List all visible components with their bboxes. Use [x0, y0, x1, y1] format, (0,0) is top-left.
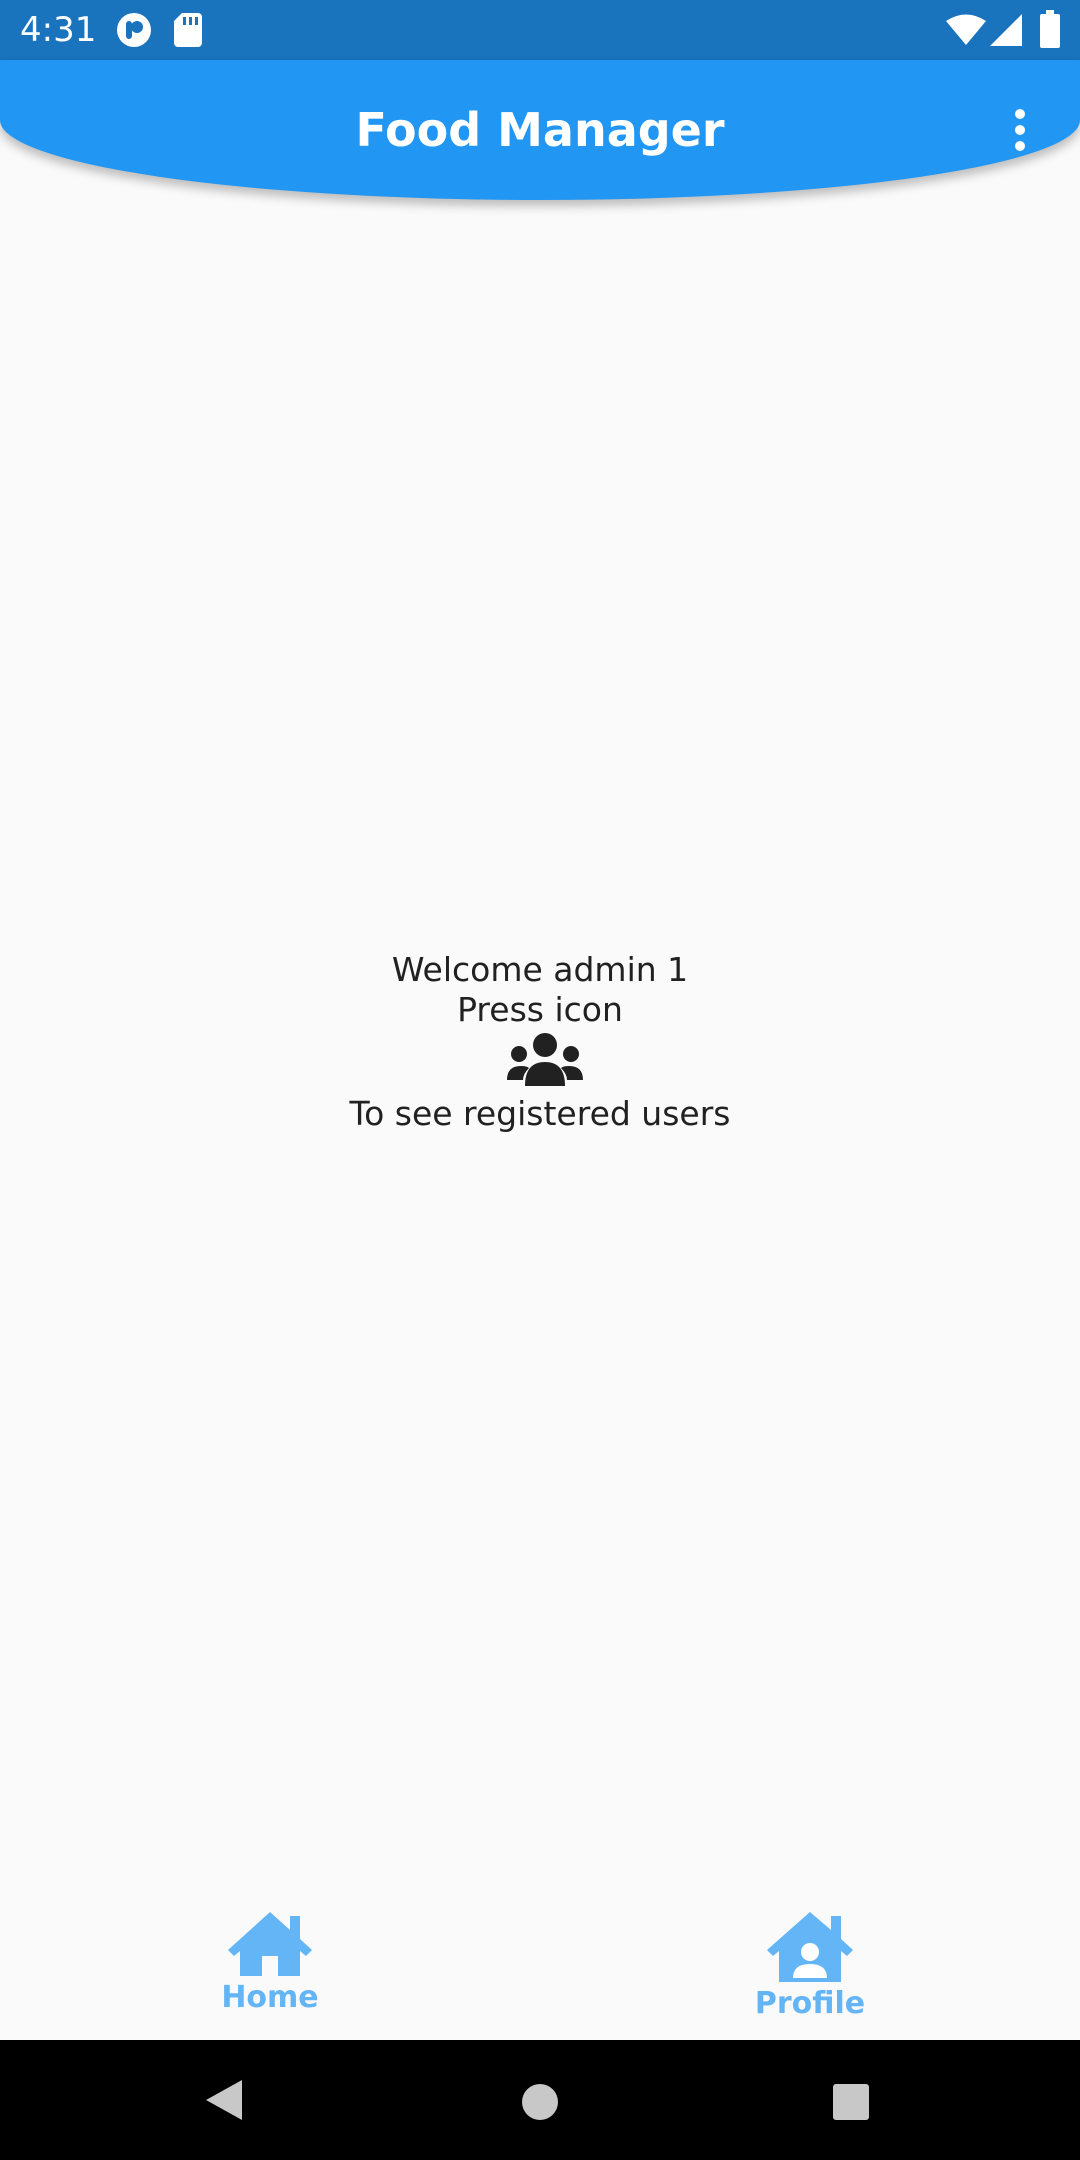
cell-signal-icon	[990, 14, 1022, 50]
nav-label-profile: Profile	[754, 1986, 866, 2021]
system-nav-bar	[0, 2040, 1080, 2160]
profile-home-icon	[767, 1912, 853, 1982]
nav-label-home: Home	[221, 1980, 319, 2015]
home-icon	[228, 1912, 312, 1976]
welcome-text: Welcome admin 1	[391, 950, 689, 989]
back-icon[interactable]	[204, 2078, 244, 2126]
users-icon[interactable]	[0, 1032, 1080, 1094]
recents-icon[interactable]	[832, 2083, 870, 2125]
status-bar: 4:31	[0, 0, 1080, 60]
status-time: 4:31	[20, 10, 97, 50]
sd-card-icon	[174, 13, 202, 51]
welcome-panel: Welcome admin 1 Press icon To see regist…	[0, 950, 1080, 1134]
app-title: Food Manager	[355, 103, 725, 157]
more-vert-icon	[1015, 109, 1025, 151]
more-options-button[interactable]	[1000, 100, 1040, 160]
notification-app-icon	[116, 12, 152, 52]
nav-item-home[interactable]: Home	[190, 1910, 350, 2016]
wifi-icon	[946, 14, 986, 50]
hint-text: To see registered users	[349, 1094, 731, 1133]
nav-item-profile[interactable]: Profile	[730, 1910, 890, 2022]
home-circle-icon[interactable]	[520, 2082, 560, 2126]
battery-icon	[1040, 10, 1060, 52]
bottom-nav: Home Profile	[0, 1880, 1080, 2040]
instruction-text: Press icon	[457, 990, 623, 1029]
app-bar: Food Manager	[0, 60, 1080, 200]
